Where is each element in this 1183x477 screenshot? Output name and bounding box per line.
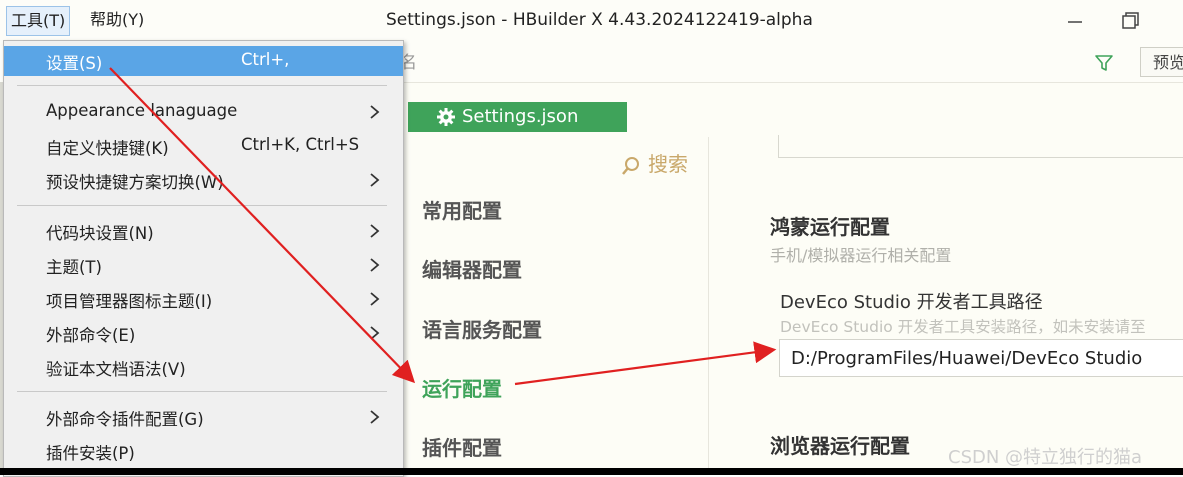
- settings-search-label: 搜索: [648, 152, 688, 176]
- menu-item-validate-syntax[interactable]: 验证本文档语法(V): [4, 352, 403, 382]
- tab-settings-json[interactable]: Settings.json: [408, 102, 627, 132]
- chevron-right-icon: [370, 326, 380, 340]
- harmony-section-title: 鸿蒙运行配置: [770, 215, 890, 239]
- menu-item-custom-shortcuts[interactable]: 自定义快捷键(K) Ctrl+K, Ctrl+S: [4, 131, 403, 161]
- bottom-edge: [0, 468, 1183, 475]
- nav-run-config[interactable]: 运行配置: [422, 373, 502, 402]
- chevron-right-icon: [370, 410, 380, 424]
- nav-language-service-config[interactable]: 语言服务配置: [422, 314, 542, 343]
- menu-item-external-commands[interactable]: 外部命令(E): [4, 318, 403, 348]
- menu-item-external-command-plugin-config[interactable]: 外部命令插件配置(G): [4, 402, 403, 432]
- menu-item-shortcut: Ctrl+K, Ctrl+S: [241, 135, 360, 154]
- menu-divider: [17, 205, 387, 206]
- menu-item-label: 主题(T): [46, 258, 102, 277]
- menu-help[interactable]: 帮助(Y): [86, 6, 148, 34]
- menu-tools[interactable]: 工具(T): [6, 6, 71, 36]
- menu-item-label: 项目管理器图标主题(I): [46, 292, 213, 311]
- menu-item-shortcut: Ctrl+,: [241, 50, 290, 69]
- chevron-right-icon: [370, 224, 380, 238]
- watermark: CSDN @特立独行的猫a: [948, 447, 1143, 468]
- previous-input-field[interactable]: [778, 135, 1183, 158]
- tools-dropdown-menu: 设置(S) Ctrl+, Appearance lanaguage 自定义快捷键…: [3, 40, 404, 477]
- preview-button[interactable]: 预览: [1140, 47, 1183, 77]
- menu-item-label: Appearance lanaguage: [46, 101, 238, 120]
- deveco-path-input[interactable]: D:/ProgramFiles/Huawei/DevEco Studio: [779, 339, 1183, 377]
- menu-item-label: 预设快捷键方案切换(W): [46, 173, 224, 192]
- restore-button[interactable]: [1118, 8, 1144, 34]
- window-title: Settings.json - HBuilder X 4.43.20241224…: [386, 10, 813, 30]
- minimize-button[interactable]: [1062, 8, 1088, 34]
- nav-editor-config[interactable]: 编辑器配置: [422, 254, 522, 283]
- settings-search-button[interactable]: 搜索: [620, 150, 688, 178]
- menu-item-preset-shortcut-scheme[interactable]: 预设快捷键方案切换(W): [4, 165, 403, 195]
- browser-section-title: 浏览器运行配置: [770, 434, 910, 458]
- menu-item-appearance-language[interactable]: Appearance lanaguage: [4, 97, 403, 127]
- chevron-right-icon: [370, 292, 380, 306]
- deveco-path-label: DevEco Studio 开发者工具路径: [780, 292, 1043, 313]
- restore-icon: [1122, 12, 1139, 29]
- deveco-path-description: DevEco Studio 开发者工具安装路径，如未安装请至: [780, 318, 1146, 336]
- tab-label: Settings.json: [462, 106, 579, 127]
- menu-item-label: 代码块设置(N): [46, 224, 154, 243]
- menu-item-plugin-install[interactable]: 插件安装(P): [4, 436, 403, 466]
- nav-general-config[interactable]: 常用配置: [422, 195, 502, 224]
- gear-icon: [437, 108, 455, 126]
- nav-divider: [708, 137, 709, 475]
- menu-item-label: 插件安装(P): [46, 444, 135, 463]
- menu-item-settings[interactable]: 设置(S) Ctrl+,: [4, 46, 403, 76]
- menu-item-snippet-settings[interactable]: 代码块设置(N): [4, 216, 403, 246]
- search-input[interactable]: 名: [400, 50, 1130, 76]
- menu-item-project-icon-theme[interactable]: 项目管理器图标主题(I): [4, 284, 403, 314]
- menu-divider: [17, 391, 387, 392]
- search-icon: [622, 156, 639, 175]
- menu-item-label: 外部命令(E): [46, 326, 136, 345]
- chevron-right-icon: [370, 173, 380, 187]
- menu-item-label: 验证本文档语法(V): [46, 360, 186, 379]
- filter-icon[interactable]: [1093, 52, 1115, 74]
- harmony-section-subtitle: 手机/模拟器运行相关配置: [770, 246, 952, 265]
- menu-item-label: 自定义快捷键(K): [46, 139, 169, 158]
- menu-item-label: 设置(S): [46, 54, 103, 73]
- menu-divider: [17, 85, 387, 86]
- menu-item-theme[interactable]: 主题(T): [4, 250, 403, 280]
- chevron-right-icon: [370, 258, 380, 272]
- nav-plugin-config[interactable]: 插件配置: [422, 432, 502, 461]
- menu-item-label: 外部命令插件配置(G): [46, 410, 204, 429]
- chevron-right-icon: [370, 105, 380, 119]
- minimize-icon: [1068, 21, 1082, 23]
